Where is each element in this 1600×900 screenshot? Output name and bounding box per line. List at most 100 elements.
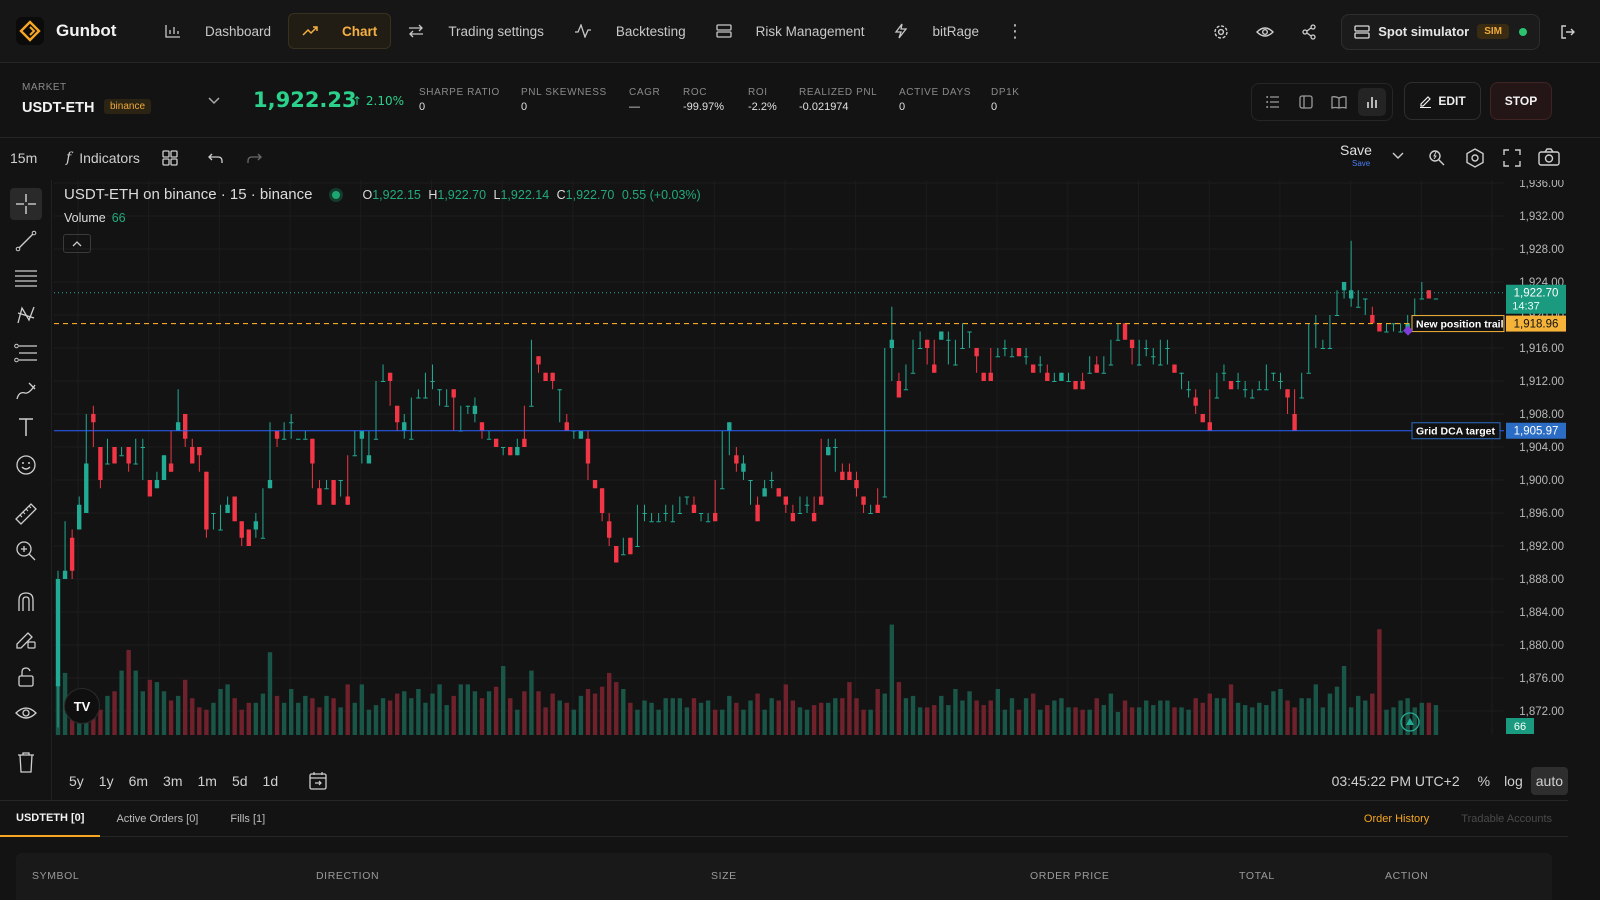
volume-bar	[656, 709, 661, 735]
edit-button[interactable]: EDIT	[1404, 82, 1481, 120]
nav-item-risk-management[interactable]: Risk Management	[703, 13, 878, 49]
candle-body	[1228, 381, 1234, 390]
collapse-legend-button[interactable]	[63, 234, 91, 253]
range-1m[interactable]: 1m	[198, 773, 217, 789]
column-header-order-price[interactable]: ORDER PRICE	[1030, 870, 1110, 882]
volume-bar	[614, 682, 619, 735]
brand[interactable]: Gunbot	[16, 17, 148, 45]
trash-icon[interactable]	[10, 746, 42, 778]
nav-label: Chart	[342, 23, 378, 39]
stop-button[interactable]: STOP	[1490, 82, 1552, 120]
candle-body	[296, 438, 301, 440]
tradable-accounts-link[interactable]: Tradable Accounts	[1461, 813, 1552, 825]
log-scale-toggle[interactable]: log	[1504, 773, 1523, 789]
tradingview-logo[interactable]: TV	[64, 688, 100, 724]
candle-body	[543, 372, 548, 381]
column-header-size[interactable]: SIZE	[711, 870, 737, 882]
brush-icon[interactable]	[10, 375, 42, 407]
trend-line-icon[interactable]	[10, 225, 42, 257]
magnet-icon[interactable]	[10, 585, 42, 617]
eye-icon[interactable]	[1247, 14, 1283, 50]
bottom-tab-1[interactable]: Active Orders [0]	[100, 801, 214, 837]
pencil-icon	[1420, 95, 1432, 108]
crosshair-icon[interactable]	[10, 188, 42, 220]
emoji-icon[interactable]	[10, 449, 42, 481]
candle-body	[324, 488, 329, 490]
camera-snapshot-icon[interactable]	[1538, 148, 1560, 169]
hide-drawings-eye-icon[interactable]	[10, 698, 42, 730]
orders-panel: USDTETH [0] Active Orders [0] Fills [1] Or…	[0, 800, 1568, 900]
order-history-link[interactable]: Order History	[1364, 813, 1429, 825]
goto-date-icon[interactable]	[308, 771, 328, 791]
bottom-tab-2[interactable]: Fills [1]	[214, 801, 281, 837]
candle-body	[1073, 381, 1078, 390]
quick-search-icon[interactable]	[1428, 149, 1446, 170]
market-dropdown-chevron-icon[interactable]	[208, 92, 220, 110]
range-6m[interactable]: 6m	[129, 773, 148, 789]
candle-body	[1370, 315, 1375, 324]
range-1d[interactable]: 1d	[263, 773, 279, 789]
range-3m[interactable]: 3m	[163, 773, 182, 789]
save-dropdown-chevron-icon[interactable]	[1392, 147, 1404, 163]
fib-retracement-icon[interactable]	[10, 337, 42, 369]
indicators-button[interactable]: f Indicators	[66, 150, 140, 166]
nav-item-backtesting[interactable]: Backtesting	[561, 13, 699, 49]
ruler-icon[interactable]	[10, 498, 42, 530]
sidebar-view-icon[interactable]	[1292, 88, 1320, 116]
column-header-action[interactable]: ACTION	[1385, 870, 1428, 882]
nav-item-chart[interactable]: Chart	[288, 13, 392, 49]
range-bar: 5y 1y 6m 3m 1m 5d 1d 03:45:22 PM UTC+2 % log a…	[54, 765, 1568, 797]
price-change: ↑ 2.10%	[352, 94, 404, 108]
range-1y[interactable]: 1y	[99, 773, 114, 789]
market-pair[interactable]: USDT-ETH	[22, 100, 95, 116]
settings-gear-icon[interactable]	[1203, 14, 1239, 50]
spot-simulator-selector[interactable]: Spot simulator SIM	[1341, 13, 1540, 50]
unlock-icon[interactable]	[10, 661, 42, 693]
nav-item-bitrage[interactable]: bitRage	[881, 13, 992, 49]
column-header-symbol[interactable]: SYMBOL	[32, 870, 79, 882]
stop-label: STOP	[1504, 94, 1538, 108]
chart-settings-icon[interactable]	[1465, 148, 1485, 171]
range-5y[interactable]: 5y	[69, 773, 84, 789]
percent-scale-toggle[interactable]: %	[1478, 773, 1490, 789]
range-5d[interactable]: 5d	[232, 773, 248, 789]
price-chart[interactable]: 1,936.001,932.001,928.001,924.001,920.00…	[54, 180, 1568, 740]
volume-bar	[190, 698, 195, 735]
chart-view-icon[interactable]	[1357, 88, 1386, 116]
more-menu-icon[interactable]: ⋮	[1006, 21, 1024, 42]
chart-symbol-title[interactable]: USDT-ETH on binance · 15 · binance	[64, 186, 312, 203]
auto-scale-toggle[interactable]: auto	[1530, 767, 1568, 795]
clock-timezone[interactable]: 03:45:22 PM UTC+2	[1332, 773, 1460, 789]
nav-item-trading-settings[interactable]: Trading settings	[395, 13, 557, 49]
timeframe-selector[interactable]: 15m	[10, 150, 54, 166]
y-axis-tick-label: 1,880.00	[1519, 640, 1564, 652]
logout-icon[interactable]	[1550, 14, 1586, 50]
layout-grid-icon[interactable]	[162, 150, 178, 166]
save-button[interactable]: Save Save	[1340, 143, 1372, 171]
column-header-direction[interactable]: DIRECTION	[316, 870, 379, 882]
fullscreen-icon[interactable]	[1503, 149, 1521, 170]
horizontal-lines-icon[interactable]	[10, 262, 42, 294]
y-axis-tick-label: 1,912.00	[1519, 376, 1564, 388]
candle-body	[1419, 298, 1424, 300]
volume-bar	[380, 698, 386, 735]
volume-bar	[423, 702, 428, 735]
y-axis-tick-label: 1,892.00	[1519, 541, 1564, 553]
candle-body	[55, 579, 61, 687]
text-tool-icon[interactable]	[10, 411, 42, 443]
candle-body	[755, 504, 760, 522]
pattern-tool-icon[interactable]	[10, 299, 42, 331]
redo-icon[interactable]	[246, 152, 262, 164]
bottom-tab-0[interactable]: USDTETH [0]	[0, 801, 101, 837]
volume-bar	[296, 702, 301, 735]
column-header-total[interactable]: TOTAL	[1239, 870, 1275, 882]
nav-item-dashboard[interactable]: Dashboard	[152, 13, 284, 49]
list-view-icon[interactable]	[1259, 88, 1287, 116]
volume-bar	[1144, 700, 1149, 735]
lock-drawing-pencil-icon[interactable]	[10, 623, 42, 655]
zoom-in-icon[interactable]	[10, 535, 42, 567]
book-view-icon[interactable]	[1325, 88, 1353, 116]
share-icon[interactable]	[1291, 14, 1327, 50]
undo-icon[interactable]	[207, 152, 224, 164]
open-label: O	[362, 187, 373, 202]
